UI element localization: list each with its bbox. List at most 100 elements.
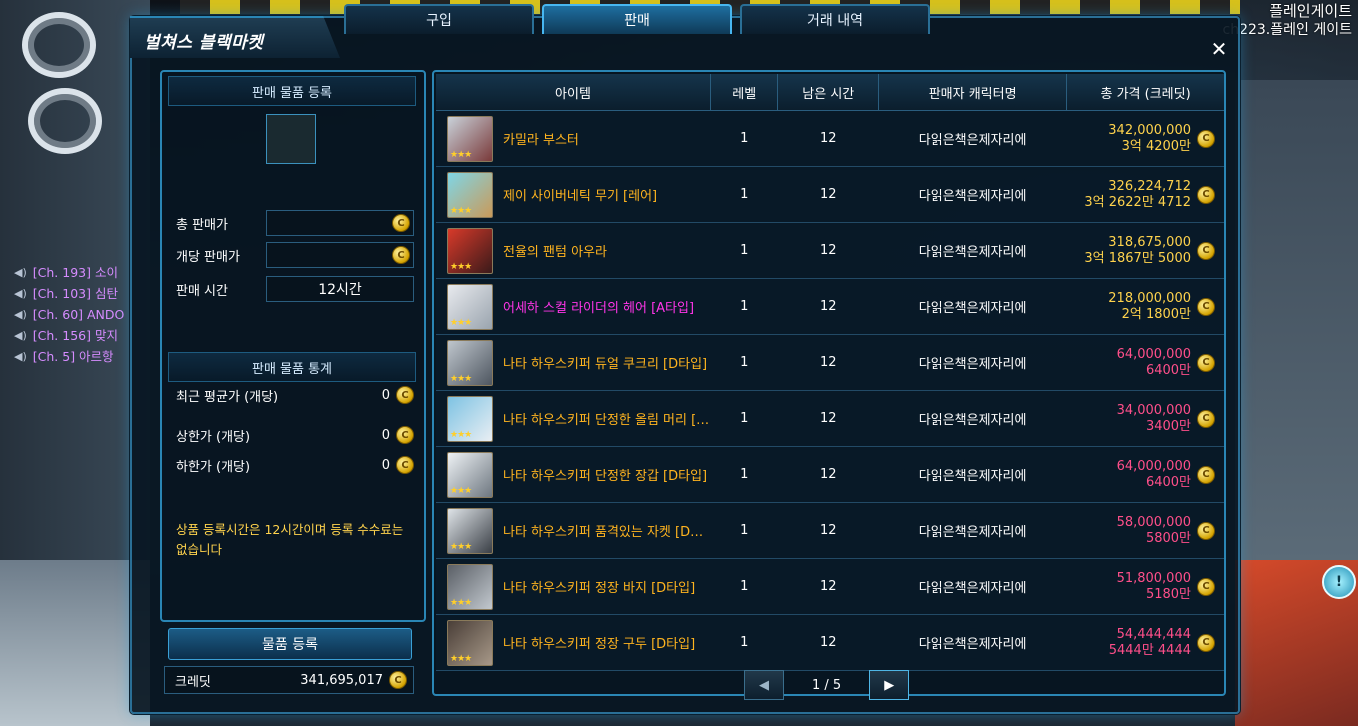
item-thumbnail-icon[interactable]: ★★★	[447, 283, 493, 330]
item-thumbnail-icon[interactable]: ★★★	[447, 115, 493, 162]
item-level: 1	[710, 222, 778, 279]
item-name: 어세하 스컬 라이더의 헤어 [A타입]	[503, 301, 695, 316]
sale-time-select[interactable]: 12시간	[266, 276, 414, 302]
next-page-icon[interactable]: ▶	[869, 670, 910, 700]
item-cell: ★★★ 나타 하우스키퍼 듀얼 쿠크리 [D타입]	[436, 334, 711, 391]
item-level: 1	[710, 446, 778, 503]
item-price-cell: 326,224,712 3억 2622만 4712 C	[1066, 166, 1224, 223]
price-numbers: 51,800,000 5180만	[1117, 571, 1191, 603]
item-cell: ★★★ 카밀라 부스터	[436, 110, 711, 167]
chat-line-text: [Ch. 103] 심탄	[32, 286, 118, 301]
table-row[interactable]: ★★★ 나타 하우스키퍼 품격있는 자켓 [D… 1 12 다읽은책은제자리에 58,00…	[436, 502, 1224, 559]
chat-line[interactable]: ◀) [Ch. 193] 소이	[14, 262, 124, 283]
credit-value: 341,695,017	[300, 672, 383, 688]
price-numbers: 64,000,000 6400만	[1117, 459, 1191, 491]
register-item-button[interactable]: 물품 등록	[168, 628, 412, 660]
price-value: 64,000,000	[1116, 346, 1191, 362]
table-row[interactable]: ★★★ 제이 사이버네틱 무기 [레어] 1 12 다읽은책은제자리에 326,224,7…	[436, 166, 1224, 223]
item-time-left: 12	[777, 278, 879, 335]
price-value: 318,675,000	[1108, 234, 1191, 250]
column-header-seller[interactable]: 판매자 캐릭터명	[878, 74, 1068, 111]
item-level: 1	[710, 558, 778, 615]
item-thumbnail-icon[interactable]: ★★★	[447, 451, 493, 498]
table-row[interactable]: ★★★ 나타 하우스키퍼 듀얼 쿠크리 [D타입] 1 12 다읽은책은제자리에 64,0…	[436, 334, 1224, 391]
grade-stars-icon: ★★★	[450, 597, 472, 608]
item-thumbnail-icon[interactable]: ★★★	[447, 395, 493, 442]
column-header-item[interactable]: 아이템	[436, 74, 711, 111]
chat-line[interactable]: ◀) [Ch. 103] 심탄	[14, 283, 124, 304]
total-price-label: 총 판매가	[176, 217, 228, 233]
unit-price-label: 개당 판매가	[176, 249, 240, 265]
price-value: 218,000,000	[1108, 290, 1191, 306]
item-seller: 다읽은책은제자리에	[878, 390, 1067, 447]
hud-location: 플레인게이트 ch223.플레인 게이트	[1223, 2, 1352, 40]
tab-buy[interactable]: 구입	[344, 4, 534, 34]
item-cell: ★★★ 전율의 팬텀 아우라	[436, 222, 711, 279]
chat-line[interactable]: ◀) [Ch. 5] 아르항	[14, 346, 124, 367]
prev-page-icon[interactable]: ◀	[744, 670, 784, 700]
tab-sell[interactable]: 판매	[542, 4, 732, 34]
item-seller: 다읽은책은제자리에	[878, 166, 1067, 223]
price-korean: 5180만	[1145, 586, 1191, 602]
price-numbers: 326,224,712 3억 2622만 4712	[1084, 179, 1191, 211]
item-cell: ★★★ 나타 하우스키퍼 정장 구두 [D타입]	[436, 614, 711, 671]
credit-label: 크레딧	[175, 674, 211, 690]
ceiling-light-icon	[22, 12, 96, 78]
item-time-left: 12	[777, 166, 879, 223]
table-row[interactable]: ★★★ 전율의 팬텀 아우라 1 12 다읽은책은제자리에 318,675,000 3억 1…	[436, 222, 1224, 279]
quick-menu-icon[interactable]: !	[1322, 565, 1356, 599]
price-value: 34,000,000	[1116, 402, 1191, 418]
item-seller: 다읽은책은제자리에	[878, 614, 1067, 671]
table-row[interactable]: ★★★ 나타 하우스키퍼 단정한 올림 머리 [… 1 12 다읽은책은제자리에 34,0…	[436, 390, 1224, 447]
table-row[interactable]: ★★★ 카밀라 부스터 1 12 다읽은책은제자리에 342,000,000 3억 4200…	[436, 110, 1224, 167]
item-name: 나타 하우스키퍼 정장 구두 [D타입]	[503, 637, 696, 652]
item-thumbnail-icon[interactable]: ★★★	[447, 507, 493, 554]
price-numbers: 54,444,444 5444만 4444	[1109, 627, 1191, 659]
table-row[interactable]: ★★★ 나타 하우스키퍼 단정한 장갑 [D타입] 1 12 다읽은책은제자리에 64,0…	[436, 446, 1224, 503]
stat-row-upper-limit: 상한가 (개당) 0 C	[168, 422, 414, 448]
item-thumbnail-icon[interactable]: ★★★	[447, 619, 493, 666]
item-cell: ★★★ 제이 사이버네틱 무기 [레어]	[436, 166, 711, 223]
chat-line-text: [Ch. 193] 소이	[32, 265, 118, 280]
item-time-left: 12	[777, 390, 879, 447]
item-wrap: ★★★ 어세하 스컬 라이더의 헤어 [A타입]	[437, 283, 709, 330]
price-value: 342,000,000	[1108, 122, 1191, 138]
stat-row-recent-average: 최근 평균가 (개당) 0 C	[168, 382, 414, 408]
table-row[interactable]: ★★★ 나타 하우스키퍼 정장 바지 [D타입] 1 12 다읽은책은제자리에 51,80…	[436, 558, 1224, 615]
price-korean: 5444만 4444	[1108, 642, 1191, 658]
item-time-left: 12	[777, 614, 879, 671]
item-price-cell: 58,000,000 5800만 C	[1066, 502, 1224, 559]
page-indicator: 1 / 5	[812, 677, 842, 693]
table-row[interactable]: ★★★ 어세하 스컬 라이더의 헤어 [A타입] 1 12 다읽은책은제자리에 218,0…	[436, 278, 1224, 335]
item-seller: 다읽은책은제자리에	[878, 334, 1067, 391]
item-thumbnail-icon[interactable]: ★★★	[447, 171, 493, 218]
item-price: 58,000,000 5800만 C	[1068, 515, 1223, 547]
item-name: 제이 사이버네틱 무기 [레어]	[503, 189, 658, 204]
price-korean: 5800만	[1145, 530, 1191, 546]
item-thumbnail-icon[interactable]: ★★★	[447, 227, 493, 274]
item-drop-slot[interactable]	[266, 114, 316, 164]
item-cell: ★★★ 나타 하우스키퍼 단정한 장갑 [D타입]	[436, 446, 711, 503]
column-header-price[interactable]: 총 가격 (크레딧)	[1066, 74, 1224, 111]
item-price-cell: 218,000,000 2억 1800만 C	[1066, 278, 1224, 335]
unit-price-row: 개당 판매가 0 C	[168, 242, 414, 268]
price-korean: 6400만	[1145, 474, 1191, 490]
grade-stars-icon: ★★★	[450, 485, 472, 496]
column-header-time[interactable]: 남은 시간	[777, 74, 880, 111]
chat-line-text: [Ch. 5] 아르항	[32, 349, 114, 364]
chat-line[interactable]: ◀) [Ch. 60] ANDO	[14, 304, 124, 325]
tab-history[interactable]: 거래 내역	[740, 4, 930, 34]
column-header-level[interactable]: 레벨	[710, 74, 779, 111]
chat-line[interactable]: ◀) [Ch. 156] 맞지	[14, 325, 124, 346]
stat-label: 하한가 (개당)	[176, 459, 251, 475]
item-thumbnail-icon[interactable]: ★★★	[447, 563, 493, 610]
price-value: 54,444,444	[1116, 626, 1191, 642]
listing-rows: ★★★ 카밀라 부스터 1 12 다읽은책은제자리에 342,000,000 3억 4200…	[436, 110, 1224, 671]
pagination: ◀ 1 / 5 ▶	[744, 670, 910, 700]
table-row[interactable]: ★★★ 나타 하우스키퍼 정장 구두 [D타입] 1 12 다읽은책은제자리에 54,44…	[436, 614, 1224, 671]
item-price: 64,000,000 6400만 C	[1068, 347, 1223, 379]
price-korean: 3억 4200만	[1121, 138, 1191, 154]
item-thumbnail-icon[interactable]: ★★★	[447, 339, 493, 386]
grade-stars-icon: ★★★	[450, 261, 472, 272]
close-icon[interactable]: ✕	[1210, 39, 1228, 59]
